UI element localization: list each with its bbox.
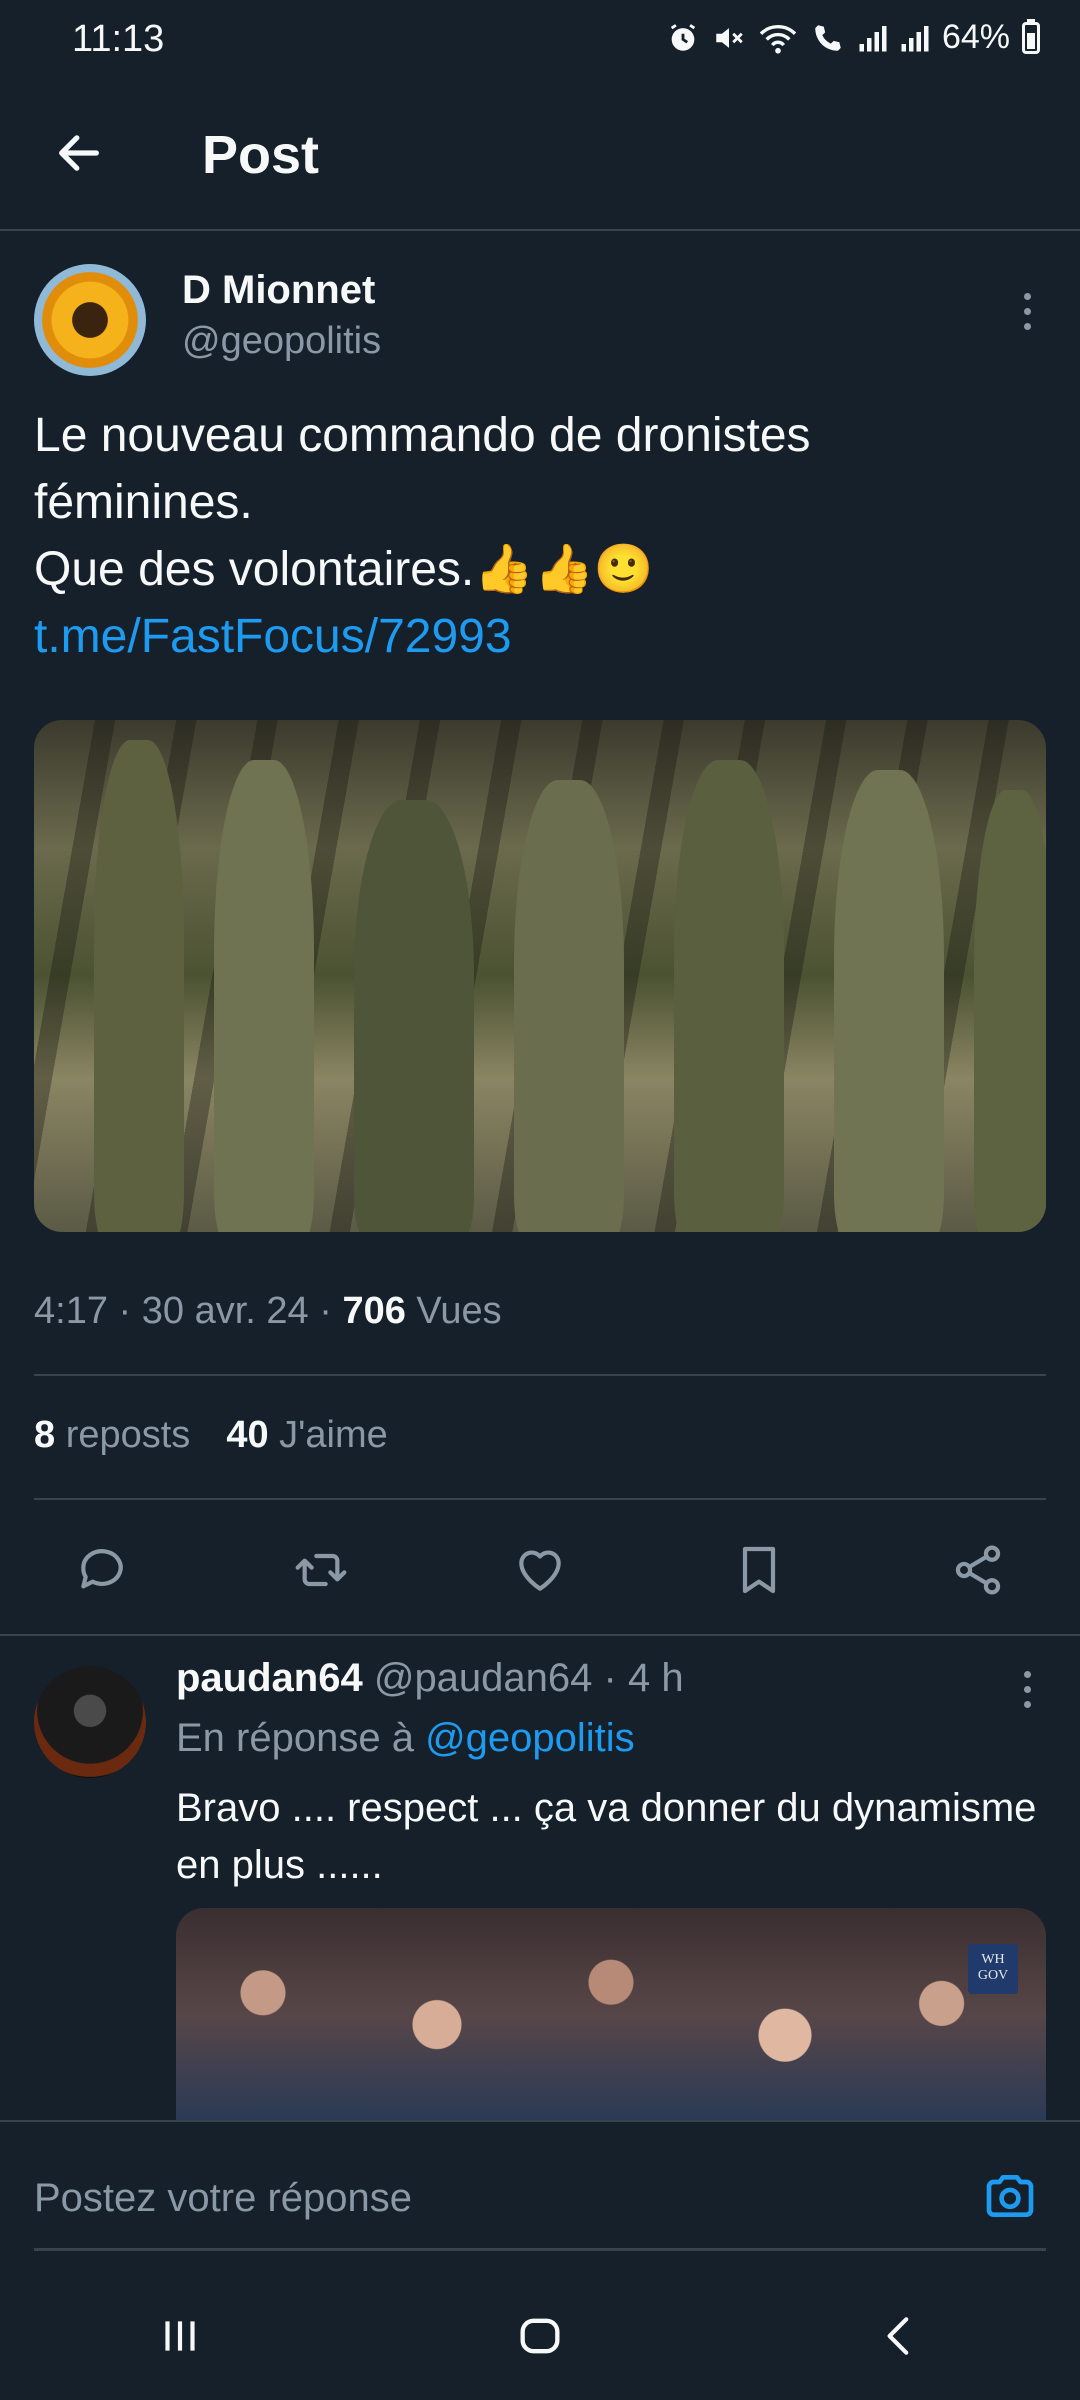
like-button[interactable] — [510, 1540, 570, 1600]
home-button[interactable] — [490, 2286, 590, 2386]
post-text: Le nouveau commando de dronistes féminin… — [34, 402, 1044, 670]
post-text-line: Le nouveau commando de dronistes — [34, 409, 811, 462]
author-handle[interactable]: @geopolitis — [182, 320, 381, 363]
signal-icon — [858, 23, 888, 53]
status-icons: 64% — [666, 18, 1040, 57]
post-link[interactable]: t.me/FastFocus/72993 — [34, 603, 1044, 670]
composer-divider — [0, 2120, 1080, 2122]
status-time: 11:13 — [72, 18, 165, 60]
signal-icon — [900, 23, 930, 53]
recents-button[interactable] — [130, 2286, 230, 2386]
reply-input[interactable]: Postez votre réponse — [34, 2176, 412, 2221]
views-count: 706 — [342, 1290, 406, 1332]
post-time: 4:17 — [34, 1290, 108, 1332]
post-actions — [34, 1530, 1046, 1610]
more-dot-icon — [1023, 307, 1031, 315]
page-title: Post — [202, 125, 320, 185]
divider — [0, 1634, 1080, 1636]
battery-percent: 64% — [941, 18, 1010, 56]
share-button[interactable] — [948, 1540, 1008, 1600]
composer-underline — [34, 2248, 1046, 2251]
back-icon — [887, 2317, 909, 2355]
views-label: Vues — [405, 1290, 502, 1332]
in-reply-to-mention[interactable]: @geopolitis — [425, 1716, 635, 1760]
reposts-stat[interactable]: 8 reposts — [34, 1414, 190, 1457]
post-text-line: Que des volontaires.👍👍🙂 — [34, 543, 654, 596]
like-icon — [519, 1550, 561, 1591]
more-dot-icon — [1023, 1685, 1031, 1693]
likes-count: 40 — [226, 1414, 269, 1456]
likes-stat[interactable]: 40 J'aime — [226, 1414, 387, 1457]
meta-separator: · — [107, 1290, 142, 1332]
repost-icon — [295, 1553, 347, 1587]
reply-text: Bravo .... respect ... ça va donner du d… — [176, 1786, 1037, 1887]
camera-button[interactable] — [980, 2166, 1040, 2226]
reply-header: paudan64 @paudan64 · 4 h — [176, 1656, 684, 1701]
post-text-line: féminines. — [34, 476, 253, 529]
more-dot-icon — [1023, 322, 1031, 330]
post-image[interactable] — [34, 720, 1046, 1232]
more-dot-icon — [1023, 1700, 1031, 1708]
back-button[interactable] — [44, 118, 114, 188]
reply-author-handle[interactable]: @paudan64 — [363, 1656, 593, 1700]
post-meta: 4:17 · 30 avr. 24 · 706 Vues — [34, 1290, 502, 1333]
reply-avatar[interactable] — [34, 1666, 146, 1778]
more-dot-icon — [1023, 292, 1031, 300]
system-navbar — [0, 2272, 1080, 2400]
mute-icon — [712, 21, 746, 55]
repost-button[interactable] — [291, 1540, 351, 1600]
reply-button[interactable] — [72, 1540, 132, 1600]
wifi-call-icon — [810, 21, 846, 55]
bookmark-button[interactable] — [729, 1540, 789, 1600]
likes-label: J'aime — [268, 1414, 388, 1456]
divider — [34, 1374, 1046, 1376]
reply-more-button[interactable] — [1012, 1664, 1042, 1714]
share-icon — [955, 1545, 1001, 1595]
divider — [34, 1498, 1046, 1500]
camera-icon — [986, 2175, 1034, 2217]
reply-icon — [81, 1549, 123, 1589]
arrow-left-icon — [59, 135, 99, 171]
reposts-label: reposts — [55, 1414, 191, 1456]
home-icon — [520, 2318, 560, 2354]
bookmark-icon — [742, 1546, 776, 1594]
post-more-button[interactable] — [1012, 286, 1042, 336]
header-divider — [0, 229, 1080, 231]
in-reply-to-prefix: En réponse à — [176, 1716, 426, 1760]
alarm-icon — [666, 21, 700, 55]
wifi-icon — [758, 21, 798, 55]
recents-icon — [165, 2321, 195, 2351]
author-avatar[interactable] — [34, 264, 146, 376]
post-date: 30 avr. 24 — [141, 1290, 309, 1332]
reply-author-name[interactable]: paudan64 — [176, 1656, 363, 1700]
battery-icon — [1022, 18, 1040, 54]
wh-badge: WH GOV — [968, 1944, 1018, 1994]
more-dot-icon — [1023, 1670, 1031, 1678]
meta-separator: · — [308, 1290, 343, 1332]
back-nav-button[interactable] — [850, 2286, 950, 2386]
reply-image[interactable]: WH GOV — [176, 1908, 1046, 2120]
post-stats: 8 reposts 40 J'aime — [34, 1414, 388, 1457]
in-reply-to: En réponse à @geopolitis — [176, 1716, 635, 1761]
author-name[interactable]: D Mionnet — [182, 268, 375, 313]
reposts-count: 8 — [34, 1414, 56, 1456]
reply-time: · 4 h — [592, 1656, 684, 1700]
